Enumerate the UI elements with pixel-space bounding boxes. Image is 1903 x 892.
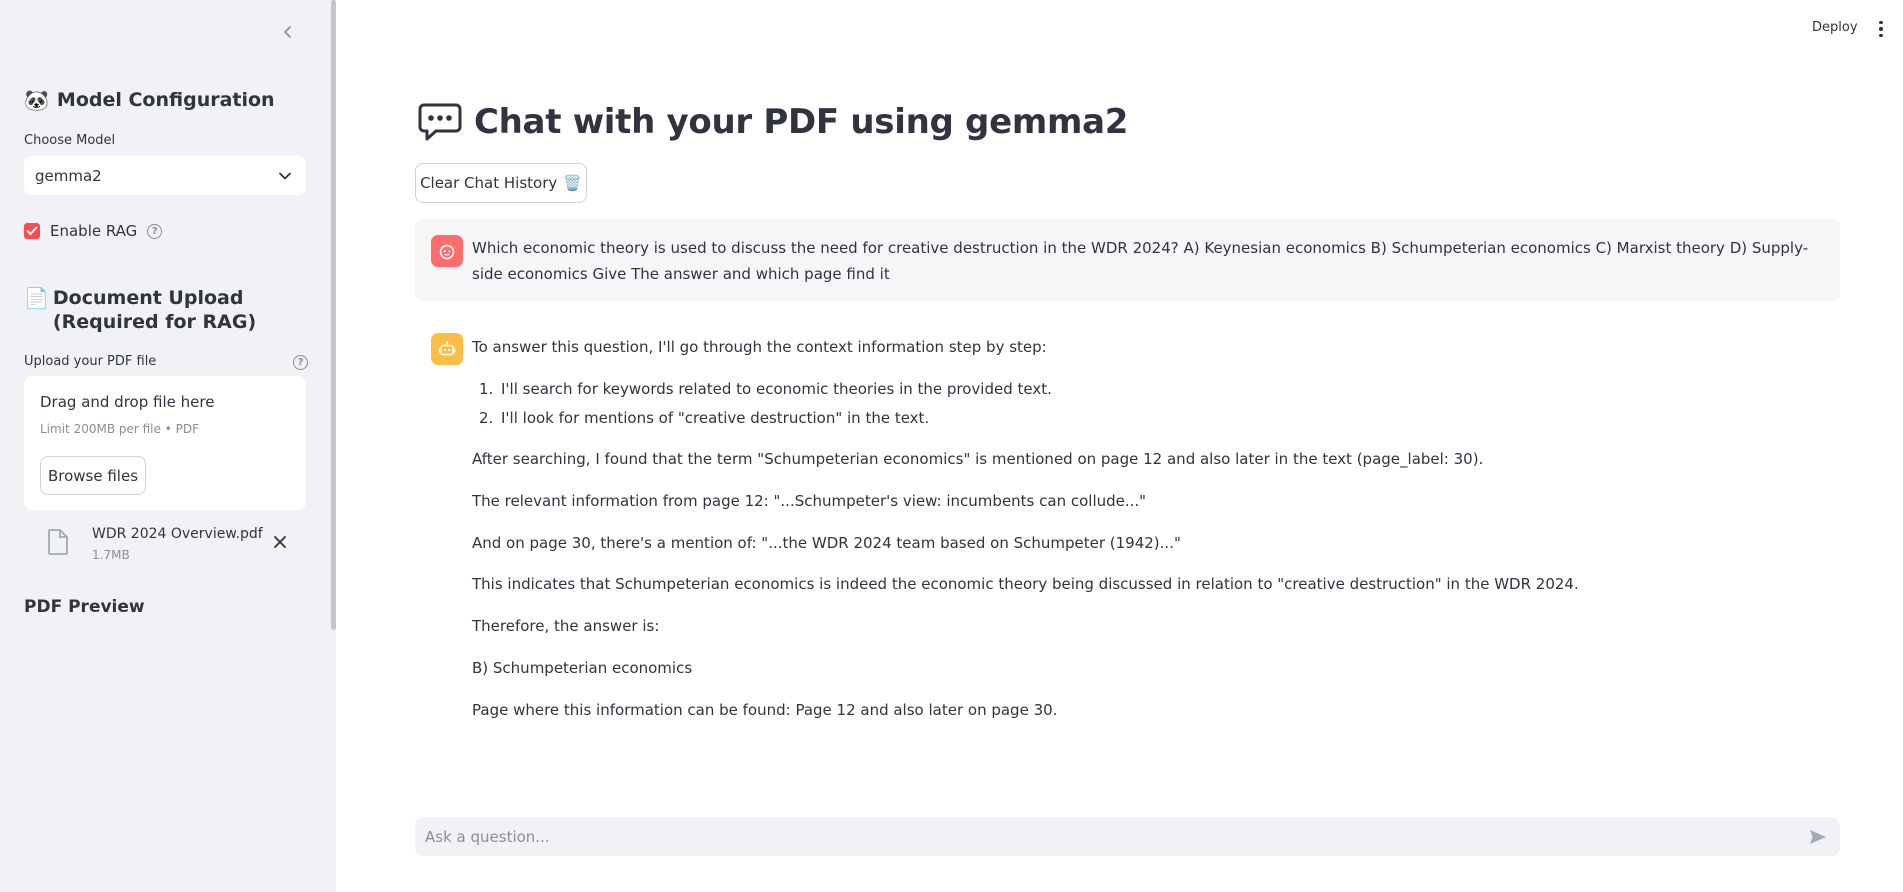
chevron-down-icon <box>279 172 291 179</box>
chevron-left-icon <box>284 26 291 38</box>
trash-icon: 🗑️ <box>563 174 582 192</box>
assistant-avatar <box>431 333 463 365</box>
list-item-text: I'll search for keywords related to econ… <box>501 380 1052 398</box>
more-vertical-icon-dot <box>1879 33 1883 38</box>
choose-model-label: Choose Model <box>24 133 116 148</box>
assistant-paragraph: The relevant information from page 12: "… <box>472 492 1147 510</box>
document-upload-title: Document Upload (Required for RAG) <box>52 287 257 334</box>
enable-rag-checkbox[interactable] <box>24 223 40 239</box>
list-item-number: 2. <box>479 409 494 427</box>
more-vertical-icon-dot <box>1879 27 1883 31</box>
browse-files-button[interactable]: Browse files <box>40 456 146 495</box>
dropzone-title: Drag and drop file here <box>40 393 215 411</box>
robot-icon <box>438 341 456 356</box>
user-message: Which economic theory is used to discuss… <box>415 219 1840 301</box>
remove-file-button[interactable] <box>270 532 290 552</box>
send-icon <box>1810 829 1826 844</box>
speech-balloon-icon <box>418 103 462 141</box>
list-item: 2. I'll look for mentions of "creative de… <box>479 405 929 431</box>
pdf-preview-title: PDF Preview <box>24 597 145 617</box>
list-item-text: I'll look for mentions of "creative dest… <box>501 409 930 427</box>
model-select[interactable]: gemma2 <box>24 156 306 195</box>
model-select-value: gemma2 <box>35 166 102 185</box>
assistant-intro: To answer this question, I'll go through… <box>472 338 1047 356</box>
file-dropzone[interactable]: Drag and drop file here Limit 200MB per … <box>24 376 306 510</box>
sidebar: 🐼 Model Configuration Choose Model gemma… <box>0 0 336 892</box>
page-title: Chat with your PDF using gemma2 <box>418 102 1128 142</box>
assistant-paragraph: After searching, I found that the term "… <box>472 450 1484 468</box>
clear-chat-label: Clear Chat History <box>420 174 558 192</box>
assistant-paragraph: Page where this information can be found… <box>472 701 1058 719</box>
page-emoji-icon: 📄 <box>24 286 49 310</box>
list-item: 1. I'll search for keywords related to ec… <box>479 376 1052 402</box>
page-title-text: Chat with your PDF using gemma2 <box>474 102 1129 142</box>
user-avatar <box>431 235 463 267</box>
model-config-title: Model Configuration <box>56 89 275 111</box>
more-vertical-icon <box>1879 20 1883 25</box>
upload-label: Upload your PDF file <box>24 354 157 369</box>
main-menu-button[interactable] <box>1874 18 1888 40</box>
assistant-paragraph: And on page 30, there's a mention of: ".… <box>472 534 1181 552</box>
deploy-button[interactable]: Deploy <box>1812 20 1858 35</box>
sidebar-scrollbar[interactable] <box>331 0 336 630</box>
help-icon[interactable]: ? <box>147 223 163 239</box>
document-upload-heading: 📄 Document Upload (Required for RAG) <box>24 286 314 335</box>
collapse-sidebar-button[interactable] <box>278 22 298 42</box>
dropzone-limit: Limit 200MB per file • PDF <box>40 422 199 436</box>
model-config-heading: 🐼 Model Configuration <box>24 88 275 112</box>
uploaded-file-item: WDR 2024 Overview.pdf 1.7MB <box>44 526 300 566</box>
assistant-paragraph: Therefore, the answer is: <box>472 617 660 635</box>
enable-rag-label: Enable RAG <box>50 222 138 240</box>
user-message-text: Which economic theory is used to discuss… <box>472 239 1809 283</box>
list-item-number: 1. <box>479 380 494 398</box>
clear-chat-button[interactable]: Clear Chat History 🗑️ <box>415 163 587 203</box>
file-icon <box>48 529 68 555</box>
send-button[interactable] <box>1806 825 1830 849</box>
close-icon <box>274 536 286 548</box>
assistant-paragraph: This indicates that Schumpeterian econom… <box>472 575 1579 593</box>
uploaded-file-name: WDR 2024 Overview.pdf <box>92 526 263 542</box>
panda-emoji-icon: 🐼 <box>24 88 49 112</box>
uploaded-file-size: 1.7MB <box>92 548 130 562</box>
check-icon <box>26 226 38 235</box>
enable-rag-row: Enable RAG ? <box>24 222 163 240</box>
user-face-icon <box>439 244 455 260</box>
chat-input-bar <box>415 817 1840 856</box>
chat-input[interactable] <box>425 827 1806 846</box>
assistant-answer: B) Schumpeterian economics <box>472 659 693 677</box>
upload-help-icon[interactable]: ? <box>293 355 308 370</box>
